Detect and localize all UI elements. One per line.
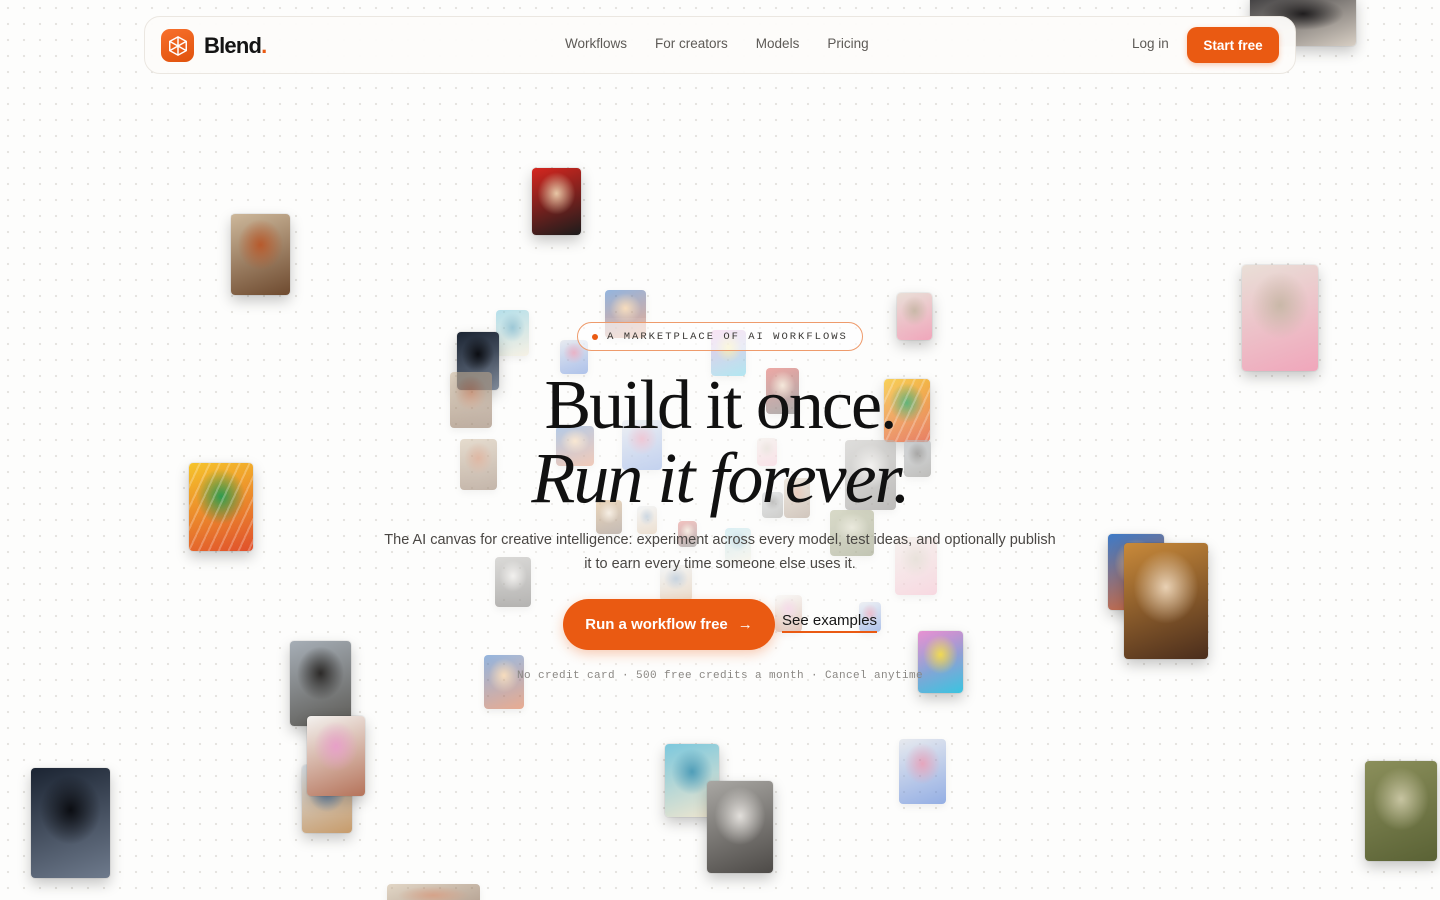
gallery-tile-small-2[interactable] [496,310,529,356]
gallery-tile-living-room[interactable] [231,214,290,295]
navbar: Blend. Workflows For creators Models Pri… [144,16,1296,74]
headline-line-1: Build it once. [544,367,897,444]
brand-name: Blend. [204,32,267,58]
brand-logo[interactable]: Blend. [161,29,267,62]
tagline-text: A MARKETPLACE OF AI WORKFLOWS [607,330,848,343]
nav-link-models[interactable]: Models [756,36,800,51]
tagline-dot-icon [592,333,599,340]
gallery-tile-spiral-stairs[interactable] [31,768,110,878]
gallery-tile-sneaker[interactable] [897,293,932,340]
see-examples-link[interactable]: See examples [782,612,878,633]
gallery-tile-golden-eye[interactable] [1124,543,1208,659]
start-free-button[interactable]: Start free [1187,27,1279,63]
gallery-tile-blue-head[interactable] [899,739,946,804]
nav-link-pricing[interactable]: Pricing [827,36,868,51]
nav-link-workflows[interactable]: Workflows [565,36,627,51]
gallery-tile-grey-suit-man[interactable] [707,781,773,873]
gallery-tile-small-11[interactable] [484,655,524,709]
run-workflow-button[interactable]: Run a workflow free → [563,599,775,650]
tagline-pill: A MARKETPLACE OF AI WORKFLOWS [577,322,863,351]
gallery-tile-couple-red[interactable] [532,168,581,235]
gallery-tile-colorful-face[interactable] [189,463,253,551]
nav-link-for-creators[interactable]: For creators [655,36,728,51]
run-workflow-label: Run a workflow free [585,616,728,633]
hero-subtitle: The AI canvas for creative intelligence:… [384,532,1056,572]
nav-links: Workflows For creators Models Pricing [565,36,897,51]
gallery-tile-pink-teacup[interactable] [1242,265,1318,371]
gallery-tile-hiker-mountain[interactable] [290,641,351,726]
gallery-tile-pop-art-face[interactable] [918,631,963,693]
gallery-tile-bottom-partial[interactable] [387,884,480,900]
gallery-tile-moss-coat[interactable] [1365,761,1437,861]
login-link[interactable]: Log in [1132,36,1169,51]
headline-line-2: Run it forever. [531,438,910,518]
hexagon-cube-icon [161,29,194,62]
gallery-tile-reclining-figure[interactable] [307,716,365,796]
hero-footnote: No credit card · 500 free credits a mont… [516,670,924,682]
arrow-right-icon: → [737,616,753,633]
